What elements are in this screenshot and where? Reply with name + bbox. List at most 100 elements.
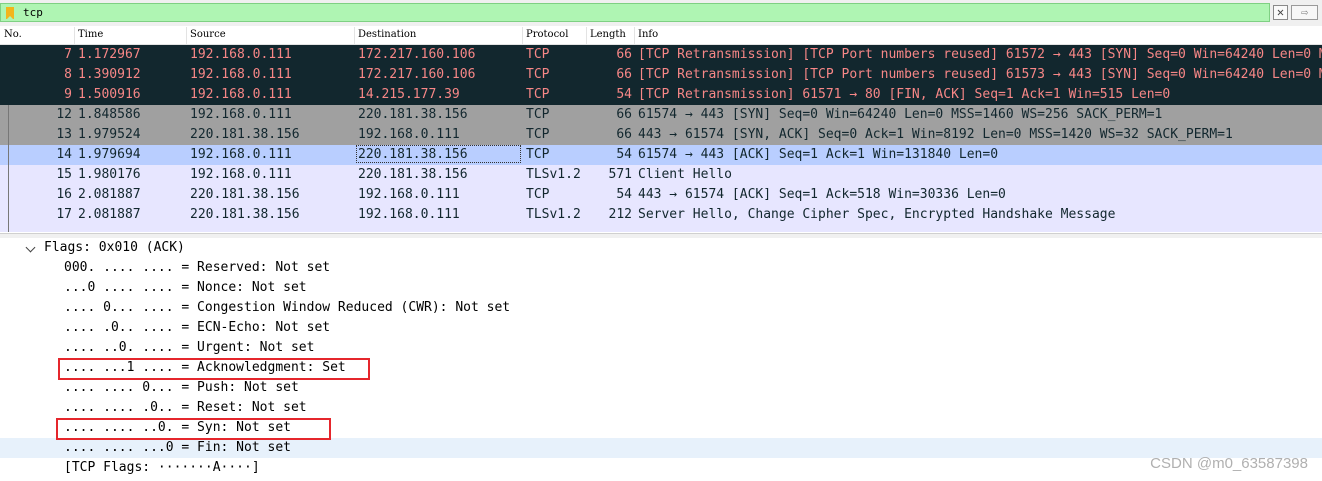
- packet-destination: 192.168.0.111: [358, 207, 460, 222]
- packet-source: 220.181.38.156: [190, 127, 300, 142]
- column-header-time[interactable]: Time: [78, 29, 103, 40]
- flag-line[interactable]: .... .... 0... = Push: Not set: [0, 378, 1322, 398]
- packet-protocol: TLSv1.2: [526, 207, 581, 222]
- flag-line[interactable]: .... .... .0.. = Reset: Not set: [0, 398, 1322, 418]
- packet-time: 1.980176: [78, 167, 141, 182]
- packet-no: 9: [64, 87, 72, 102]
- column-divider[interactable]: [522, 27, 523, 44]
- column-header-info[interactable]: Info: [638, 29, 658, 40]
- packet-row[interactable]: 13 1.979524 220.181.38.156 192.168.0.111…: [0, 125, 1322, 145]
- packet-protocol: TCP: [526, 47, 550, 62]
- flag-reset: .... .... .0.. = Reset: Not set: [64, 400, 307, 415]
- packet-protocol: TCP: [526, 187, 550, 202]
- flag-line-highlighted[interactable]: .... .... ...0 = Fin: Not set: [0, 438, 1322, 458]
- flag-urgent: .... ..0. .... = Urgent: Not set: [64, 340, 315, 355]
- annotation-box-syn: [56, 418, 331, 440]
- packet-destination: 220.181.38.156: [358, 147, 468, 162]
- packet-source: 220.181.38.156: [190, 187, 300, 202]
- column-header-source[interactable]: Source: [190, 29, 226, 40]
- packet-protocol: TLSv1.2: [526, 167, 581, 182]
- packet-info: 443 → 61574 [ACK] Seq=1 Ack=518 Win=3033…: [638, 187, 1006, 202]
- packet-no: 12: [56, 107, 72, 122]
- packet-length: 571: [608, 167, 632, 182]
- packet-no: 17: [56, 207, 72, 222]
- display-filter-toolbar: tcp ✕ ⇨: [0, 0, 1322, 26]
- flag-line[interactable]: .... 0... .... = Congestion Window Reduc…: [0, 298, 1322, 318]
- flag-line[interactable]: .... .0.. .... = ECN-Echo: Not set: [0, 318, 1322, 338]
- packet-destination: 172.217.160.106: [358, 47, 476, 62]
- packet-list: No. Time Source Destination Protocol Len…: [0, 27, 1322, 232]
- packet-no: 14: [56, 147, 72, 162]
- packet-protocol: TCP: [526, 147, 550, 162]
- packet-row[interactable]: 9 1.500916 192.168.0.111 14.215.177.39 T…: [0, 85, 1322, 105]
- apply-filter-button[interactable]: ⇨: [1291, 5, 1318, 20]
- clear-filter-button[interactable]: ✕: [1273, 5, 1288, 20]
- packet-source: 192.168.0.111: [190, 147, 292, 162]
- packet-row-partial[interactable]: [0, 225, 1322, 232]
- packet-time: 1.172967: [78, 47, 141, 62]
- column-header-length[interactable]: Length: [590, 29, 626, 40]
- flag-line[interactable]: ...0 .... .... = Nonce: Not set: [0, 278, 1322, 298]
- flag-nonce: ...0 .... .... = Nonce: Not set: [64, 280, 307, 295]
- arrow-right-icon: ⇨: [1300, 5, 1309, 19]
- column-header-destination[interactable]: Destination: [358, 29, 416, 40]
- flag-line[interactable]: [TCP Flags: ·······A····]: [0, 458, 1322, 478]
- flag-push: .... .... 0... = Push: Not set: [64, 380, 299, 395]
- column-divider[interactable]: [186, 27, 187, 44]
- chevron-down-icon[interactable]: [25, 242, 36, 253]
- packet-destination: 192.168.0.111: [358, 187, 460, 202]
- packet-time: 1.390912: [78, 67, 141, 82]
- packet-info: Server Hello, Change Cipher Spec, Encryp…: [638, 207, 1116, 222]
- packet-row[interactable]: 8 1.390912 192.168.0.111 172.217.160.106…: [0, 65, 1322, 85]
- packet-info: 61574 → 443 [ACK] Seq=1 Ack=1 Win=131840…: [638, 147, 999, 162]
- flag-line[interactable]: .... ..0. .... = Urgent: Not set: [0, 338, 1322, 358]
- packet-time: 1.979524: [78, 127, 141, 142]
- packet-info: 61574 → 443 [SYN] Seq=0 Win=64240 Len=0 …: [638, 107, 1163, 122]
- packet-source: 192.168.0.111: [190, 87, 292, 102]
- packet-no: 16: [56, 187, 72, 202]
- packet-length: 66: [616, 67, 632, 82]
- packet-protocol: TCP: [526, 127, 550, 142]
- packet-row[interactable]: 12 1.848586 192.168.0.111 220.181.38.156…: [0, 105, 1322, 125]
- display-filter-input[interactable]: tcp: [0, 3, 1270, 22]
- packet-info: Client Hello: [638, 167, 732, 182]
- flags-tree-item[interactable]: Flags: 0x010 (ACK): [0, 238, 1322, 258]
- packet-no: 8: [64, 67, 72, 82]
- packet-source: 192.168.0.111: [190, 167, 292, 182]
- packet-row[interactable]: 17 2.081887 220.181.38.156 192.168.0.111…: [0, 205, 1322, 225]
- packet-time: 1.979694: [78, 147, 141, 162]
- packet-length: 66: [616, 127, 632, 142]
- packet-row[interactable]: 7 1.172967 192.168.0.111 172.217.160.106…: [0, 45, 1322, 65]
- bookmark-icon[interactable]: [6, 7, 14, 20]
- tcp-flags-summary: [TCP Flags: ·······A····]: [64, 460, 260, 475]
- column-header-protocol[interactable]: Protocol: [526, 29, 568, 40]
- packet-length: 212: [608, 207, 632, 222]
- packet-source: 192.168.0.111: [190, 107, 292, 122]
- watermark: CSDN @m0_63587398: [1150, 455, 1308, 472]
- packet-length: 66: [616, 107, 632, 122]
- column-divider[interactable]: [74, 27, 75, 44]
- packet-info: [TCP Retransmission] 61571 → 80 [FIN, AC…: [638, 87, 1171, 102]
- packet-destination: 192.168.0.111: [358, 127, 460, 142]
- packet-row[interactable]: 15 1.980176 192.168.0.111 220.181.38.156…: [0, 165, 1322, 185]
- column-divider[interactable]: [634, 27, 635, 44]
- column-divider[interactable]: [354, 27, 355, 44]
- packet-row-selected[interactable]: 14 1.979694 192.168.0.111 220.181.38.156…: [0, 145, 1322, 165]
- packet-destination: 172.217.160.106: [358, 67, 476, 82]
- packet-source: 220.181.38.156: [190, 207, 300, 222]
- flag-line[interactable]: 000. .... .... = Reserved: Not set: [0, 258, 1322, 278]
- column-header-no[interactable]: No.: [4, 29, 22, 40]
- packet-time: 2.081887: [78, 187, 141, 202]
- packet-no: 13: [56, 127, 72, 142]
- packet-list-header: No. Time Source Destination Protocol Len…: [0, 27, 1322, 45]
- packet-row[interactable]: 16 2.081887 220.181.38.156 192.168.0.111…: [0, 185, 1322, 205]
- column-divider[interactable]: [586, 27, 587, 44]
- packet-time: 1.500916: [78, 87, 141, 102]
- packet-source: 192.168.0.111: [190, 67, 292, 82]
- packet-no: 7: [64, 47, 72, 62]
- flags-header: Flags: 0x010 (ACK): [44, 240, 185, 255]
- packet-info: [TCP Retransmission] [TCP Port numbers r…: [638, 67, 1322, 82]
- packet-time: 1.848586: [78, 107, 141, 122]
- packet-time: 2.081887: [78, 207, 141, 222]
- packet-source: 192.168.0.111: [190, 47, 292, 62]
